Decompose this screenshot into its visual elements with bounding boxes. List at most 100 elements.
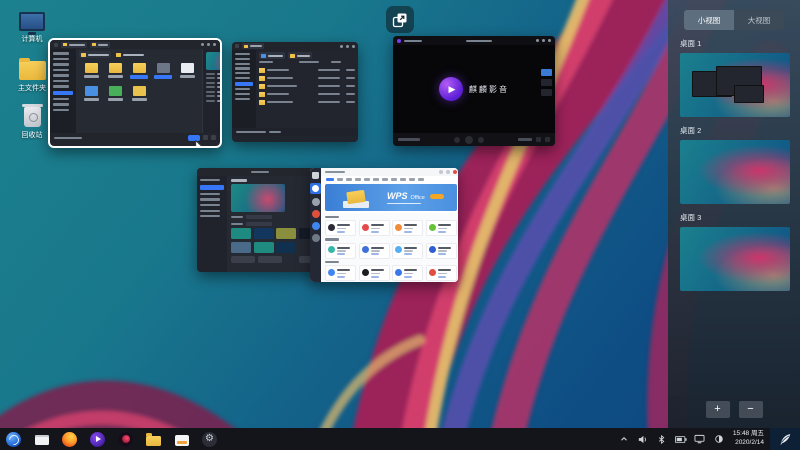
file-icon[interactable]	[151, 61, 175, 84]
multitask-toggle-button[interactable]	[386, 6, 414, 33]
install-button[interactable]	[337, 276, 345, 278]
file-row[interactable]	[259, 66, 355, 74]
store-nav-item[interactable]	[373, 178, 379, 180]
store-rail-icon[interactable]	[312, 234, 320, 242]
file-icon[interactable]	[79, 61, 103, 84]
install-button[interactable]	[438, 253, 446, 255]
store-nav-item[interactable]	[409, 178, 415, 180]
file-row[interactable]	[259, 74, 355, 82]
store-app-card[interactable]	[325, 265, 356, 281]
install-button[interactable]	[438, 231, 446, 233]
taskbar-clock[interactable]: 15:48 周五 2020/2/14	[733, 430, 764, 448]
store-nav-item[interactable]	[355, 178, 361, 180]
store-home-tab[interactable]	[310, 183, 321, 194]
window-software-store[interactable]: WPS Office	[310, 168, 458, 282]
w5-wps-banner[interactable]: WPS Office	[325, 184, 457, 211]
taskbar-app-firefox[interactable]	[61, 431, 78, 448]
install-button[interactable]	[404, 231, 412, 233]
store-app-card[interactable]	[426, 220, 457, 236]
desktop-item-2[interactable]: 桌面 2	[680, 125, 800, 204]
taskbar-app-music[interactable]	[117, 431, 134, 448]
w1-path-chip	[114, 51, 146, 58]
install-button[interactable]	[337, 231, 345, 233]
file-row[interactable]	[259, 98, 355, 106]
store-app-card[interactable]	[359, 265, 390, 281]
store-nav-item[interactable]	[418, 178, 424, 180]
install-button[interactable]	[371, 231, 379, 233]
store-app-card[interactable]	[392, 220, 423, 236]
file-row[interactable]	[259, 82, 355, 90]
install-button[interactable]	[337, 253, 345, 255]
wallpaper-thumb[interactable]	[276, 242, 296, 253]
store-app-card[interactable]	[392, 243, 423, 259]
small-view-button[interactable]: 小视图	[684, 10, 734, 30]
store-rail-icon[interactable]	[312, 198, 320, 206]
store-app-card[interactable]	[325, 220, 356, 236]
desktop-item-3[interactable]: 桌面 3	[680, 212, 800, 291]
decor	[346, 69, 355, 71]
taskbar-app-launcher[interactable]	[5, 431, 22, 448]
store-app-card[interactable]	[426, 243, 457, 259]
store-app-card[interactable]	[325, 243, 356, 259]
file-icon[interactable]	[103, 84, 127, 107]
taskbar-app-file-manager[interactable]	[33, 431, 50, 448]
store-nav-item[interactable]	[400, 178, 406, 180]
store-nav-item[interactable]	[382, 178, 388, 180]
wallpaper-thumb[interactable]	[254, 228, 274, 239]
app-icon	[395, 224, 402, 231]
desktop-thumbnail[interactable]	[680, 140, 790, 204]
app-icon	[429, 246, 436, 253]
tray-display-icon[interactable]	[694, 433, 706, 445]
file-icon[interactable]	[79, 84, 103, 107]
store-app-card[interactable]	[359, 220, 390, 236]
desktop-item-1[interactable]: 桌面 1	[680, 38, 800, 117]
tray-bluetooth-icon[interactable]	[656, 433, 668, 445]
taskbar-app-video-player[interactable]	[89, 431, 106, 448]
store-app-card[interactable]	[359, 243, 390, 259]
store-nav-item[interactable]	[346, 178, 352, 180]
wallpaper-thumb[interactable]	[231, 228, 251, 239]
taskbar-app-mail[interactable]	[173, 431, 190, 448]
decor	[438, 224, 451, 226]
tray-brightness-icon[interactable]	[713, 433, 725, 445]
wallpaper-thumb[interactable]	[276, 228, 296, 239]
store-app-card[interactable]	[426, 265, 457, 281]
w2-sidebar	[232, 50, 256, 128]
taskbar-app-folder[interactable]	[145, 431, 162, 448]
remove-desktop-button[interactable]: −	[739, 401, 763, 418]
store-app-card[interactable]	[392, 265, 423, 281]
large-view-button[interactable]: 大视图	[734, 10, 784, 30]
window-video-player[interactable]: ▶ 麒麟影音	[393, 36, 555, 146]
file-icon[interactable]	[127, 84, 151, 107]
install-button[interactable]	[404, 276, 412, 278]
desktop-label: 桌面 2	[680, 125, 800, 136]
store-rail-icon[interactable]	[312, 222, 320, 230]
wallpaper-thumb[interactable]	[231, 242, 251, 253]
desktop-thumbnail[interactable]	[680, 53, 790, 117]
tray-volume-icon[interactable]	[637, 433, 649, 445]
install-button[interactable]	[371, 253, 379, 255]
taskbar-app-settings[interactable]	[201, 431, 218, 448]
desktop-thumbnail[interactable]	[680, 227, 790, 291]
wallpaper-thumb[interactable]	[254, 242, 274, 253]
night-mode-corner[interactable]	[770, 428, 800, 450]
tray-expand-icon[interactable]	[618, 433, 630, 445]
install-button[interactable]	[404, 253, 412, 255]
window-settings-wallpaper[interactable]	[197, 168, 322, 272]
store-nav-item[interactable]	[326, 178, 334, 181]
window-file-manager-list[interactable]	[232, 42, 358, 142]
add-desktop-button[interactable]: +	[706, 401, 730, 418]
file-icon[interactable]	[103, 61, 127, 84]
file-icon[interactable]	[175, 61, 199, 84]
file-row[interactable]	[259, 90, 355, 98]
kylin-video-logo: ▶	[439, 77, 463, 101]
window-file-manager-grid[interactable]	[48, 38, 222, 148]
install-button[interactable]	[438, 276, 446, 278]
store-nav-item[interactable]	[364, 178, 370, 180]
file-icon[interactable]	[127, 61, 151, 84]
tray-battery-icon[interactable]	[675, 433, 687, 445]
store-rail-icon[interactable]	[312, 210, 320, 218]
install-button[interactable]	[371, 276, 379, 278]
store-nav-item[interactable]	[391, 178, 397, 180]
store-nav-item[interactable]	[337, 178, 343, 180]
